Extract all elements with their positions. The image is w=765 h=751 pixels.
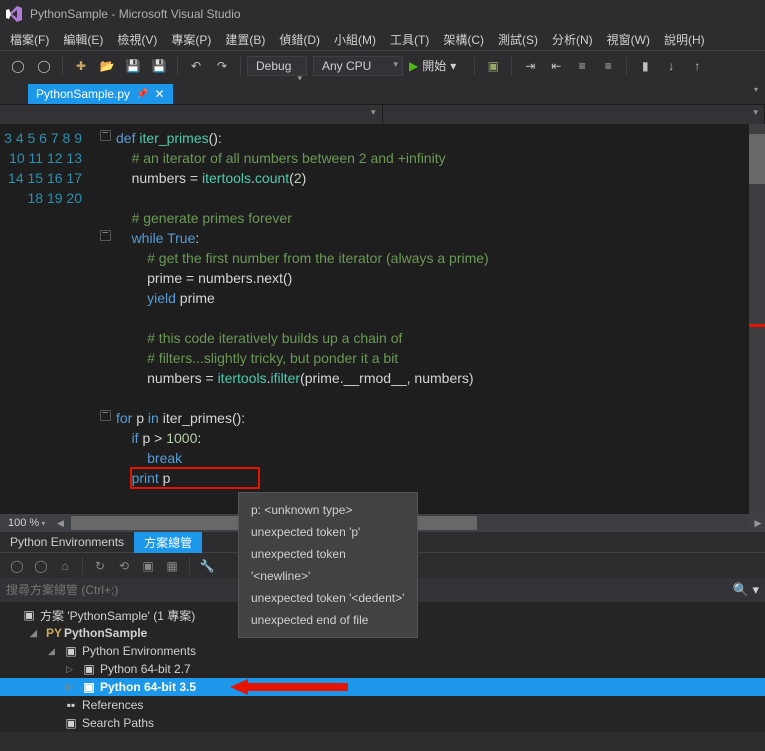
error-tooltip: p: <unknown type> unexpected token 'p' u… [238,492,418,638]
open-icon[interactable]: 📂 [95,55,119,77]
error-highlight [130,467,260,489]
tab-python-env[interactable]: Python Environments [0,533,134,551]
toolbar-icon-3[interactable]: ⇤ [544,55,568,77]
menu-bar: 檔案(F) 編輯(E) 檢視(V) 專案(P) 建置(B) 偵錯(D) 小組(M… [0,28,765,50]
tooltip-line: unexpected token '<newline>' [251,543,405,587]
main-toolbar: ◯ ◯ ✚ 📂 💾 💾 ↶ ↷ Debug Any CPU ▶ 開始 ▾ ▣ ⇥… [0,50,765,80]
document-tab[interactable]: PythonSample.py 📌 ✕ [28,84,173,104]
toolbar-icon-4[interactable]: ≡ [570,55,594,77]
project-icon: PY [46,626,60,640]
menu-arch[interactable]: 架構(C) [437,29,490,50]
toolbar-icon-6[interactable]: ↓ [659,55,683,77]
expand-icon[interactable]: ◢ [48,646,60,657]
toolbar-icon-2[interactable]: ⇥ [518,55,542,77]
refresh-icon[interactable]: ↻ [89,556,111,576]
expand-icon[interactable]: ▷ [66,664,78,675]
python-icon: ▣ [82,662,96,676]
tab-solution-explorer[interactable]: 方案總管 [134,532,202,553]
refs-node[interactable]: ▪▪ References [0,696,765,714]
tooltip-line: unexpected end of file [251,609,405,631]
menu-debug[interactable]: 偵錯(D) [273,29,326,50]
redo-icon[interactable]: ↷ [210,55,234,77]
save-all-icon[interactable]: 💾 [147,55,171,77]
menu-window[interactable]: 視窗(W) [601,29,656,50]
envs-node[interactable]: ◢ ▣ Python Environments [0,642,765,660]
vs-logo-icon [6,6,22,22]
search-icon[interactable]: 🔍 ▾ [733,582,759,598]
pin-icon[interactable]: 📌 [136,89,148,100]
python-icon: ▣ [82,680,96,694]
fold-icon[interactable] [100,130,111,141]
window-title: PythonSample - Microsoft Visual Studio [30,7,241,21]
close-tab-icon[interactable]: ✕ [155,87,165,101]
refs-icon: ▪▪ [64,698,78,712]
toolbar-icon-7[interactable]: ↑ [685,55,709,77]
tooltip-line: p: <unknown type> [251,499,405,521]
nav-back-icon[interactable]: ◯ [6,55,30,77]
folder-icon: ▣ [64,644,78,658]
error-marker[interactable] [749,324,765,327]
nav-fwd-icon[interactable]: ◯ [32,55,56,77]
paths-node[interactable]: ▣ Search Paths [0,714,765,732]
menu-team[interactable]: 小組(M) [328,29,382,50]
fold-gutter[interactable] [100,124,116,514]
nav-back-icon[interactable]: ◯ [6,556,28,576]
menu-analyze[interactable]: 分析(N) [546,29,599,50]
paths-icon: ▣ [64,716,78,730]
member-dropdown[interactable] [383,105,765,124]
menu-help[interactable]: 說明(H) [658,29,711,50]
menu-edit[interactable]: 編輯(E) [57,29,109,50]
sync-icon[interactable]: ⟲ [113,556,135,576]
env-27-node[interactable]: ▷ ▣ Python 64-bit 2.7 [0,660,765,678]
tab-overflow-icon[interactable]: ▾ [749,80,763,104]
config-dropdown[interactable]: Debug [247,56,307,76]
menu-view[interactable]: 檢視(V) [111,29,163,50]
fold-icon[interactable] [100,410,111,421]
menu-build[interactable]: 建置(B) [219,29,271,50]
scroll-left-icon[interactable]: ◀ [53,518,67,529]
line-numbers: 3 4 5 6 7 8 9 10 11 12 13 14 15 16 17 18… [0,124,100,514]
code-editor[interactable]: 3 4 5 6 7 8 9 10 11 12 13 14 15 16 17 18… [0,124,765,514]
collapse-icon[interactable]: ▦ [161,556,183,576]
home-icon[interactable]: ⌂ [54,556,76,576]
nav-fwd-icon[interactable]: ◯ [30,556,52,576]
toolbar-icon-5[interactable]: ≡ [596,55,620,77]
zoom-dropdown[interactable]: 100 % [0,517,53,529]
start-label: 開始 [422,57,446,74]
scope-dropdown[interactable] [0,105,383,124]
code-content[interactable]: def iter_primes(): # an iterator of all … [116,124,765,514]
scroll-right-icon[interactable]: ▶ [751,518,765,529]
platform-dropdown[interactable]: Any CPU [313,56,403,76]
tooltip-line: unexpected token 'p' [251,521,405,543]
tab-title: PythonSample.py [36,87,130,101]
save-icon[interactable]: 💾 [121,55,145,77]
new-item-icon[interactable]: ✚ [69,55,93,77]
properties-icon[interactable]: 🔧 [196,556,218,576]
expand-icon[interactable]: ◢ [30,628,42,639]
menu-project[interactable]: 專案(P) [165,29,217,50]
fold-icon[interactable] [100,230,111,241]
navigation-bar [0,104,765,124]
show-all-icon[interactable]: ▣ [137,556,159,576]
env-35-node[interactable]: ▷ ▣ Python 64-bit 3.5 [0,678,765,696]
start-button[interactable]: ▶ 開始 ▾ [405,55,468,76]
toolbar-icon-1[interactable]: ▣ [481,55,505,77]
undo-icon[interactable]: ↶ [184,55,208,77]
solution-icon: ▣ [22,608,36,622]
vertical-scrollbar[interactable] [749,124,765,514]
document-tab-well: PythonSample.py 📌 ✕ ▾ [0,80,765,104]
titlebar: PythonSample - Microsoft Visual Studio [0,0,765,28]
menu-test[interactable]: 測試(S) [492,29,544,50]
menu-tools[interactable]: 工具(T) [384,29,435,50]
menu-file[interactable]: 檔案(F) [4,29,55,50]
play-icon: ▶ [409,59,418,73]
tooltip-line: unexpected token '<dedent>' [251,587,405,609]
expand-icon[interactable]: ▷ [66,682,78,693]
bookmark-icon[interactable]: ▮ [633,55,657,77]
